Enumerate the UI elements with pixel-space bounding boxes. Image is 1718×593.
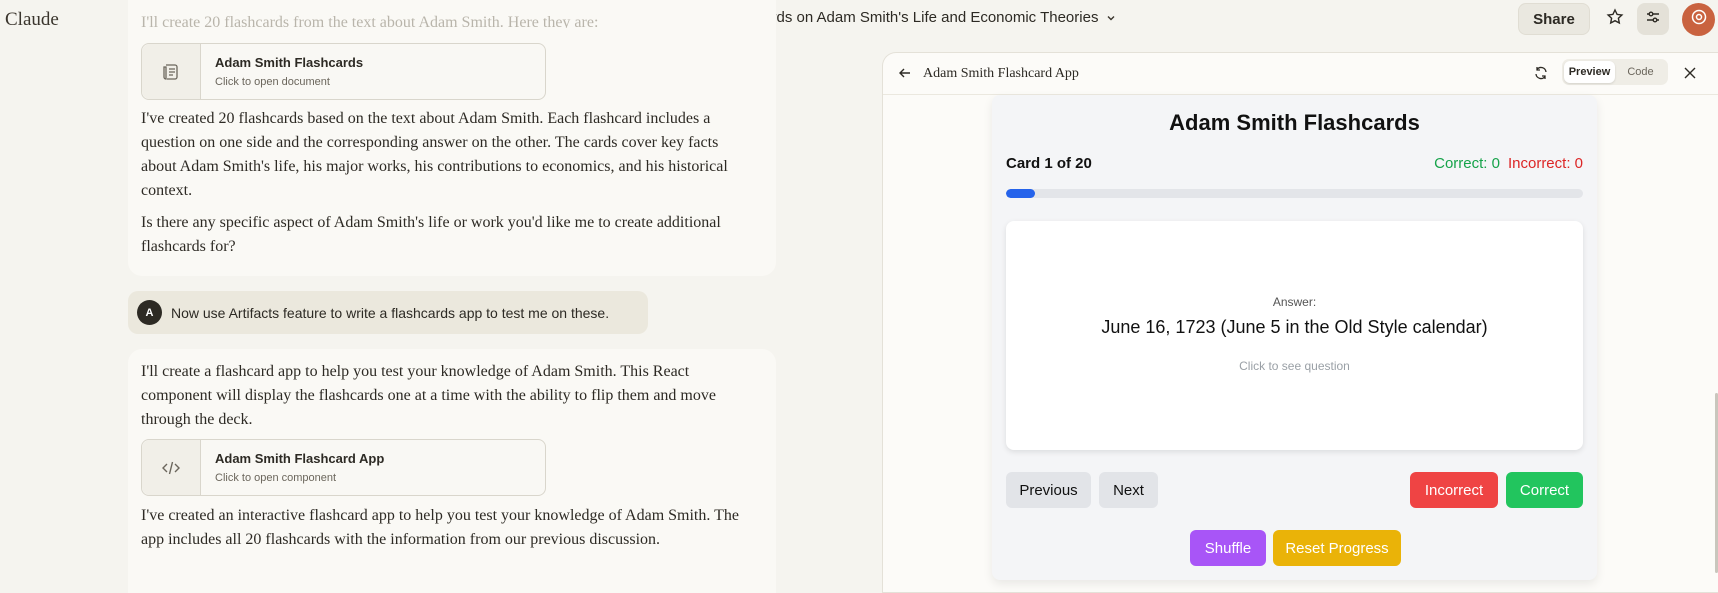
artifact-card-flashcards[interactable]: Adam Smith Flashcards Click to open docu… bbox=[141, 43, 546, 100]
back-arrow-icon[interactable] bbox=[897, 65, 913, 86]
reset-progress-button[interactable]: Reset Progress bbox=[1273, 530, 1401, 566]
user-message: A Now use Artifacts feature to write a f… bbox=[128, 291, 648, 334]
star-icon bbox=[1606, 7, 1624, 31]
app-title: Adam Smith Flashcards bbox=[1169, 110, 1420, 135]
refresh-icon[interactable] bbox=[1533, 65, 1549, 86]
shuffle-button[interactable]: Shuffle bbox=[1190, 530, 1266, 566]
close-icon[interactable] bbox=[1683, 66, 1697, 85]
user-message-text: Now use Artifacts feature to write a fla… bbox=[171, 304, 610, 321]
progress-bar bbox=[1006, 189, 1583, 198]
star-button[interactable] bbox=[1599, 3, 1631, 35]
artifact-title: Adam Smith Flashcards bbox=[215, 55, 364, 70]
flashcard-flip-hint: Click to see question bbox=[1239, 359, 1350, 373]
assistant-paragraph: I'll create a flashcard app to help you … bbox=[141, 363, 716, 428]
tab-code[interactable]: Code bbox=[1615, 61, 1666, 83]
score-display: Correct: 0 Incorrect: 0 bbox=[1434, 155, 1583, 172]
share-button[interactable]: Share bbox=[1518, 3, 1590, 35]
incorrect-count: Incorrect: 0 bbox=[1507, 155, 1583, 172]
assistant-paragraph: I've created 20 flashcards based on the … bbox=[141, 110, 728, 199]
correct-count: Correct: 0 bbox=[1434, 155, 1500, 172]
artifact-card-app[interactable]: Adam Smith Flashcard App Click to open c… bbox=[141, 439, 546, 496]
code-icon bbox=[142, 440, 201, 495]
flashcard-side-label: Answer: bbox=[1272, 295, 1317, 309]
artifact-subtitle: Click to open component bbox=[215, 472, 337, 484]
tab-preview[interactable]: Preview bbox=[1564, 61, 1615, 83]
user-menu-avatar[interactable] bbox=[1682, 3, 1715, 36]
chevron-down-icon bbox=[1106, 13, 1116, 23]
flashcard-app: Adam Smith Flashcards Card 1 of 20 Corre… bbox=[992, 95, 1597, 580]
previous-button[interactable]: Previous bbox=[1006, 472, 1091, 508]
assistant-paragraph: I've created an interactive flashcard ap… bbox=[141, 507, 739, 548]
sliders-icon bbox=[1644, 8, 1662, 31]
flashcard-answer: June 16, 1723 (June 5 in the Old Style c… bbox=[1101, 317, 1488, 337]
user-avatar: A bbox=[137, 300, 162, 325]
faded-message-line: I'll create 20 flashcards from the text … bbox=[141, 14, 599, 28]
claude-logo[interactable]: Claude bbox=[5, 9, 59, 31]
artifact-panel-title: Adam Smith Flashcard App bbox=[923, 66, 1079, 81]
artifact-panel-header: Adam Smith Flashcard App Preview Code bbox=[883, 53, 1718, 95]
correct-button[interactable]: Correct bbox=[1506, 472, 1583, 508]
incorrect-button[interactable]: Incorrect bbox=[1410, 472, 1498, 508]
assistant-paragraph: Is there any specific aspect of Adam Smi… bbox=[141, 214, 721, 255]
card-counter: Card 1 of 20 bbox=[1006, 155, 1092, 172]
document-icon bbox=[142, 44, 201, 99]
settings-button[interactable] bbox=[1637, 3, 1669, 35]
next-button[interactable]: Next bbox=[1099, 472, 1158, 508]
artifact-subtitle: Click to open document bbox=[215, 76, 330, 88]
account-icon bbox=[1690, 8, 1708, 31]
preview-code-toggle: Preview Code bbox=[1562, 59, 1668, 85]
artifact-title: Adam Smith Flashcard App bbox=[215, 451, 385, 466]
flashcard[interactable]: Answer: June 16, 1723 (June 5 in the Old… bbox=[1006, 221, 1583, 450]
progress-bar-fill bbox=[1006, 189, 1035, 198]
